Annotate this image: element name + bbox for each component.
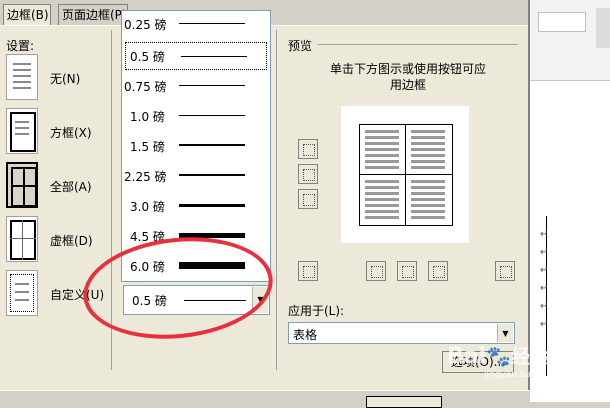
- chevron-down-icon[interactable]: ▼: [497, 324, 513, 342]
- setting-none-icon[interactable]: [6, 54, 38, 100]
- line-width-combo[interactable]: 0.5 磅 ▼: [123, 285, 270, 315]
- line-width-label: 6.0 磅: [130, 260, 165, 274]
- column-separator: [111, 30, 112, 370]
- line-width-item[interactable]: 0.25 磅: [124, 11, 268, 37]
- ribbon-group: [596, 8, 610, 48]
- line-width-sample: [179, 233, 245, 238]
- line-width-combo-value: 0.5 磅: [132, 294, 167, 308]
- line-width-item[interactable]: 0.5 磅: [125, 42, 267, 70]
- line-width-label: 0.25 磅: [124, 18, 167, 32]
- line-width-item[interactable]: 3.0 磅: [124, 193, 268, 219]
- line-width-label: 1.5 磅: [130, 140, 165, 154]
- border-top-button[interactable]: [298, 139, 318, 159]
- setting-grid-icon[interactable]: [6, 216, 38, 262]
- line-width-item[interactable]: 1.0 磅: [124, 103, 268, 129]
- tab-page-border[interactable]: 页面边框(P): [58, 4, 128, 25]
- line-width-sample: [179, 204, 245, 207]
- border-diagonal-up-button[interactable]: [298, 261, 318, 281]
- setting-all-icon[interactable]: [6, 162, 38, 208]
- line-width-list[interactable]: 0.25 磅 0.5 磅 0.75 磅 1.0 磅 1.5 磅 2.25 磅 3…: [121, 10, 271, 282]
- line-width-label: 1.0 磅: [130, 110, 165, 124]
- line-width-item[interactable]: 6.0 磅: [124, 253, 268, 279]
- line-width-label: 3.0 磅: [130, 200, 165, 214]
- line-width-item[interactable]: 2.25 磅: [124, 163, 268, 189]
- baidu-watermark: Bai🐾经验: [447, 342, 549, 369]
- line-width-sample: [179, 115, 245, 116]
- border-middle-v-button[interactable]: [397, 261, 417, 281]
- line-width-label: 0.5 磅: [130, 50, 165, 64]
- border-preview[interactable]: [341, 106, 469, 243]
- line-width-item[interactable]: 4.5 磅: [124, 223, 268, 249]
- watermark-brand: Bai: [447, 344, 487, 369]
- apply-to-label: 应用于(L):: [288, 304, 345, 318]
- watermark-brand2: 经验: [511, 346, 550, 368]
- paw-icon: 🐾: [486, 344, 512, 368]
- border-right-button[interactable]: [428, 261, 448, 281]
- line-width-sample: [181, 56, 247, 57]
- border-diagonal-down-button[interactable]: [495, 261, 515, 281]
- line-width-label: 2.25 磅: [124, 170, 167, 184]
- settings-title: 设置:: [6, 39, 35, 53]
- preview-title: 预览: [288, 39, 313, 53]
- chevron-down-icon[interactable]: ▼: [252, 287, 268, 313]
- line-width-combo-sample: [184, 300, 246, 301]
- setting-none-label[interactable]: 无(N): [50, 70, 80, 87]
- line-width-item[interactable]: 0.75 磅: [124, 73, 268, 99]
- ok-button-edge[interactable]: [366, 396, 442, 408]
- setting-box-label[interactable]: 方框(X): [50, 124, 92, 141]
- border-middle-h-button[interactable]: [298, 164, 318, 184]
- preview-title-line: [318, 44, 518, 45]
- setting-grid-label[interactable]: 虚框(D): [50, 232, 93, 249]
- watermark-url: jingyan.baidu.com: [484, 370, 568, 380]
- line-width-sample: [179, 174, 245, 176]
- apply-to-value: 表格: [293, 328, 318, 342]
- setting-all-label[interactable]: 全部(A): [50, 178, 92, 195]
- line-width-sample: [179, 85, 245, 86]
- setting-custom-label[interactable]: 自定义(U): [50, 286, 104, 303]
- column-separator-right: [276, 30, 277, 370]
- setting-box-icon[interactable]: [6, 108, 38, 154]
- border-bottom-button[interactable]: [298, 189, 318, 209]
- line-width-item[interactable]: 1.5 磅: [124, 133, 268, 159]
- line-width-label: 0.75 磅: [124, 80, 167, 94]
- tab-borders[interactable]: 边框(B): [3, 4, 51, 25]
- apply-to-select[interactable]: 表格 ▼: [288, 322, 515, 344]
- setting-custom-icon[interactable]: [6, 270, 38, 316]
- preview-instruction: 单击下方图示或使用按钮可应用边框: [330, 62, 487, 92]
- line-width-sample: [179, 144, 245, 146]
- ribbon-dropdown[interactable]: [538, 12, 586, 32]
- dialog-bottom-edge: [0, 390, 530, 403]
- paragraph-marks: ↵ ↵ ↵ ↵ ↵ ↵: [540, 229, 549, 330]
- line-width-sample: [179, 262, 245, 269]
- line-width-label: 4.5 磅: [130, 230, 165, 244]
- line-width-sample: [179, 23, 245, 24]
- border-left-button[interactable]: [366, 261, 386, 281]
